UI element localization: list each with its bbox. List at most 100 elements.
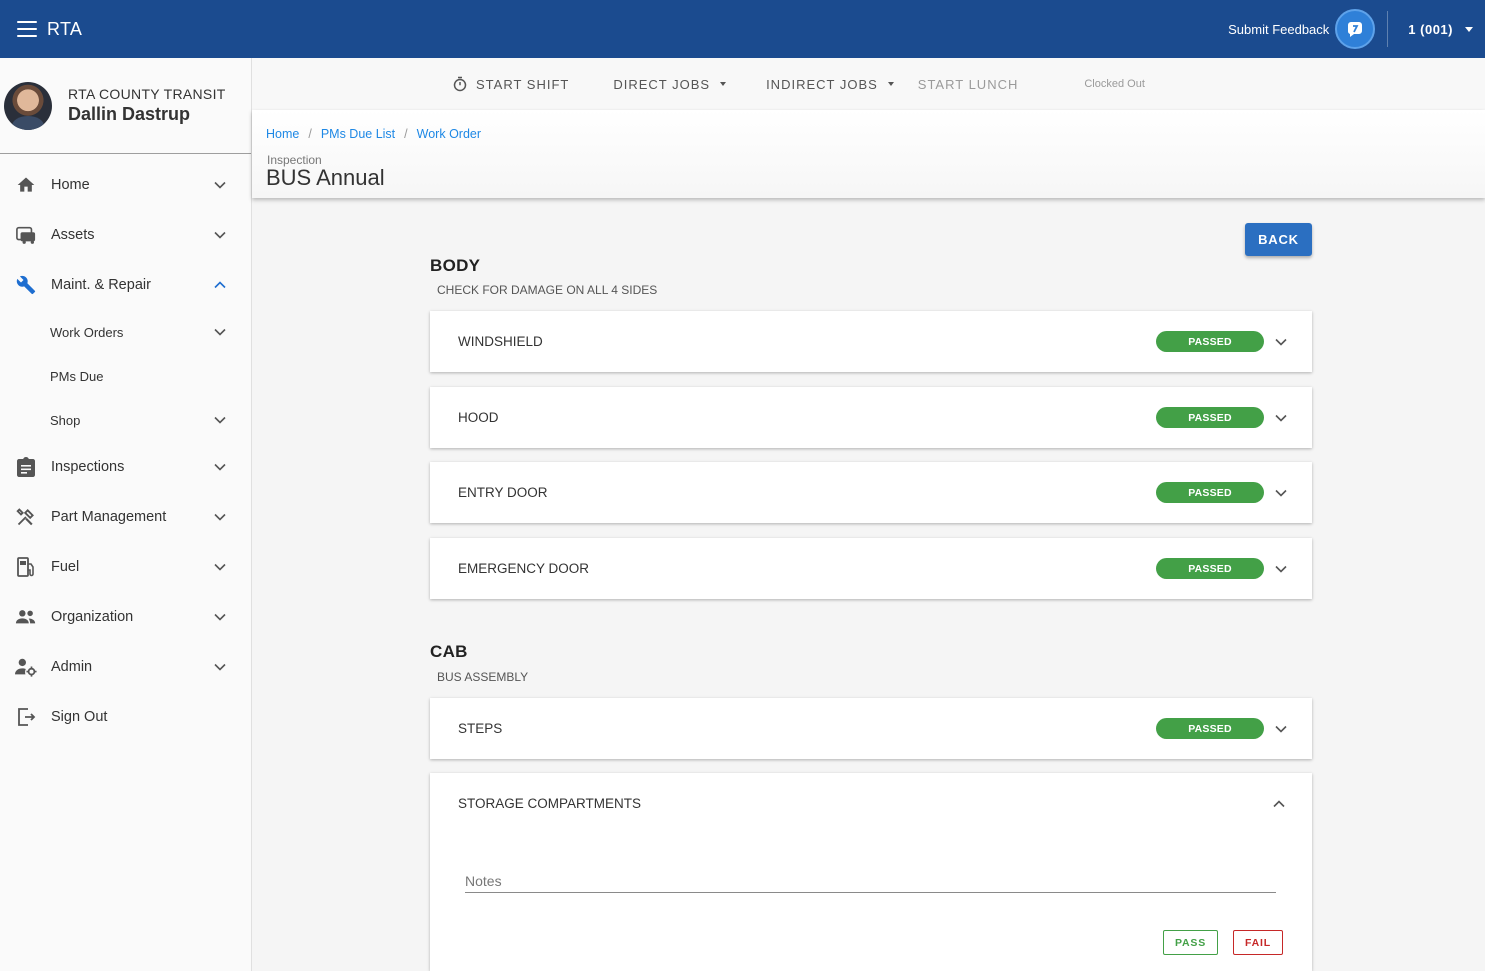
breadcrumb-work-order-link[interactable]: Work Order [417,127,481,141]
sidebar-item-label: Work Orders [50,324,124,340]
pass-button[interactable]: PASS [1163,930,1218,955]
profile: RTA COUNTY TRANSIT Dallin Dastrup [0,58,251,154]
direct-jobs-dropdown[interactable]: DIRECT JOBS [613,76,727,92]
sidebar-item-pms-due[interactable]: PMs Due [0,354,251,398]
sidebar-item-fuel[interactable]: Fuel [0,542,251,592]
timer-icon [453,76,467,92]
indirect-jobs-dropdown[interactable]: INDIRECT JOBS [766,77,894,92]
fail-button[interactable]: FAIL [1233,930,1283,955]
section-subtitle: CHECK FOR DAMAGE ON ALL 4 SIDES [437,283,658,297]
sidebar-nav: Home Assets Maint. & Repair Work Orders … [0,154,251,742]
sidebar-item-shop[interactable]: Shop [0,398,251,442]
breadcrumb-separator: / [404,127,408,141]
chevron-down-icon [214,328,226,336]
sidebar-item-label: Part Management [51,509,167,525]
chevron-down-icon [214,463,226,471]
chevron-down-icon[interactable] [1274,562,1288,576]
inspection-item-expanded: STORAGE COMPARTMENTS PASS FAIL [430,773,1312,971]
section-title: CAB [430,642,468,661]
breadcrumb-home-link[interactable]: Home [266,127,299,141]
direct-jobs-label: DIRECT JOBS [613,76,711,92]
chevron-down-icon [214,563,226,571]
chevron-down-icon[interactable] [1274,335,1288,349]
sidebar-item-label: Admin [51,659,93,675]
chevron-down-icon[interactable] [1274,722,1288,736]
section-subtitle: BUS ASSEMBLY [437,670,529,684]
breadcrumb: Home / PMs Due List / Work Order [266,127,481,141]
start-lunch-label: START LUNCH [917,76,1019,92]
sidebar-item-label: Assets [51,227,95,243]
sidebar-item-admin[interactable]: Admin [0,642,251,692]
status-badge: PASSED [1156,482,1264,503]
sidebar-item-sign-out[interactable]: Sign Out [0,692,251,742]
indirect-jobs-label: INDIRECT JOBS [766,76,878,92]
start-shift-label: START SHIFT [476,76,570,92]
wrench-icon [15,274,37,296]
sidebar-item-maint-repair[interactable]: Maint. & Repair [0,260,251,310]
avatar [4,81,52,130]
feedback-icon[interactable] [1335,9,1376,49]
breadcrumb-pms-due-list-link[interactable]: PMs Due List [321,127,395,141]
app-bar: RTA Submit Feedback 1 (001) [0,0,1485,58]
account-label: 1 (001) [1408,21,1453,37]
inspection-item[interactable]: WINDSHIELD PASSED [430,311,1312,372]
sidebar-item-assets[interactable]: Assets [0,210,251,260]
sidebar-item-inspections[interactable]: Inspections [0,442,251,492]
chevron-down-icon [214,181,226,189]
chevron-up-icon[interactable] [1272,797,1286,811]
sidebar-item-label: Sign Out [51,709,108,725]
page-title: BUS Annual [266,165,385,190]
breadcrumb-separator: / [308,127,312,141]
organization-name: RTA COUNTY TRANSIT [68,86,226,102]
inspection-item[interactable]: STEPS PASSED [430,698,1312,759]
inspection-item-name: STEPS [458,721,503,736]
account-selector[interactable]: 1 (001) [1408,22,1473,37]
submit-feedback-label[interactable]: Submit Feedback [1228,22,1329,37]
hamburger-menu-icon[interactable] [17,21,37,37]
chevron-up-icon [214,281,226,289]
back-button[interactable]: BACK [1245,223,1312,256]
user-name: Dallin Dastrup [68,104,191,124]
people-icon [15,606,37,628]
inspection-item[interactable]: HOOD PASSED [430,387,1312,448]
start-lunch-button[interactable]: START LUNCH [918,77,1019,92]
status-badge: PASSED [1156,407,1264,428]
bus-icon [15,224,37,246]
status-badge: PASSED [1156,558,1264,579]
inspection-item-name: WINDSHIELD [458,334,543,349]
sidebar-item-label: PMs Due [50,368,104,384]
sidebar-item-part-management[interactable]: Part Management [0,492,251,542]
sidebar-item-home[interactable]: Home [0,160,251,210]
notes-input[interactable] [465,870,1276,893]
inspection-item-header[interactable]: STORAGE COMPARTMENTS [430,773,1312,834]
status-badge: PASSED [1156,718,1264,739]
chevron-down-icon [214,231,226,239]
section-title: BODY [430,256,481,275]
sidebar-item-organization[interactable]: Organization [0,592,251,642]
caret-down-icon [887,82,894,86]
inspection-item-name: ENTRY DOOR [458,485,548,500]
sidebar: RTA COUNTY TRANSIT Dallin Dastrup Home A… [0,58,252,971]
sidebar-item-label: Shop [50,412,81,428]
sidebar-item-work-orders[interactable]: Work Orders [0,310,251,354]
inspection-item[interactable]: EMERGENCY DOOR PASSED [430,538,1312,599]
chevron-down-icon [214,513,226,521]
chevron-down-icon[interactable] [1274,411,1288,425]
app-title: RTA [47,18,83,39]
start-shift-button[interactable]: START SHIFT [452,76,569,92]
chevron-down-icon [214,416,226,424]
sidebar-item-label: Inspections [51,459,125,475]
clock-status: Clocked Out [1084,78,1145,90]
inspection-item[interactable]: ENTRY DOOR PASSED [430,462,1312,523]
shift-toolbar: START SHIFT DIRECT JOBS INDIRECT JOBS ST… [252,58,1485,110]
sign-out-icon [15,706,37,728]
caret-down-icon [1465,26,1473,32]
home-icon [15,174,37,196]
fuel-icon [15,556,37,578]
sidebar-item-label: Home [51,177,90,193]
sidebar-item-label: Fuel [51,559,80,575]
inspection-item-name: EMERGENCY DOOR [458,561,590,576]
chevron-down-icon[interactable] [1274,486,1288,500]
tools-icon [15,506,37,528]
sidebar-item-label: Organization [51,609,134,625]
